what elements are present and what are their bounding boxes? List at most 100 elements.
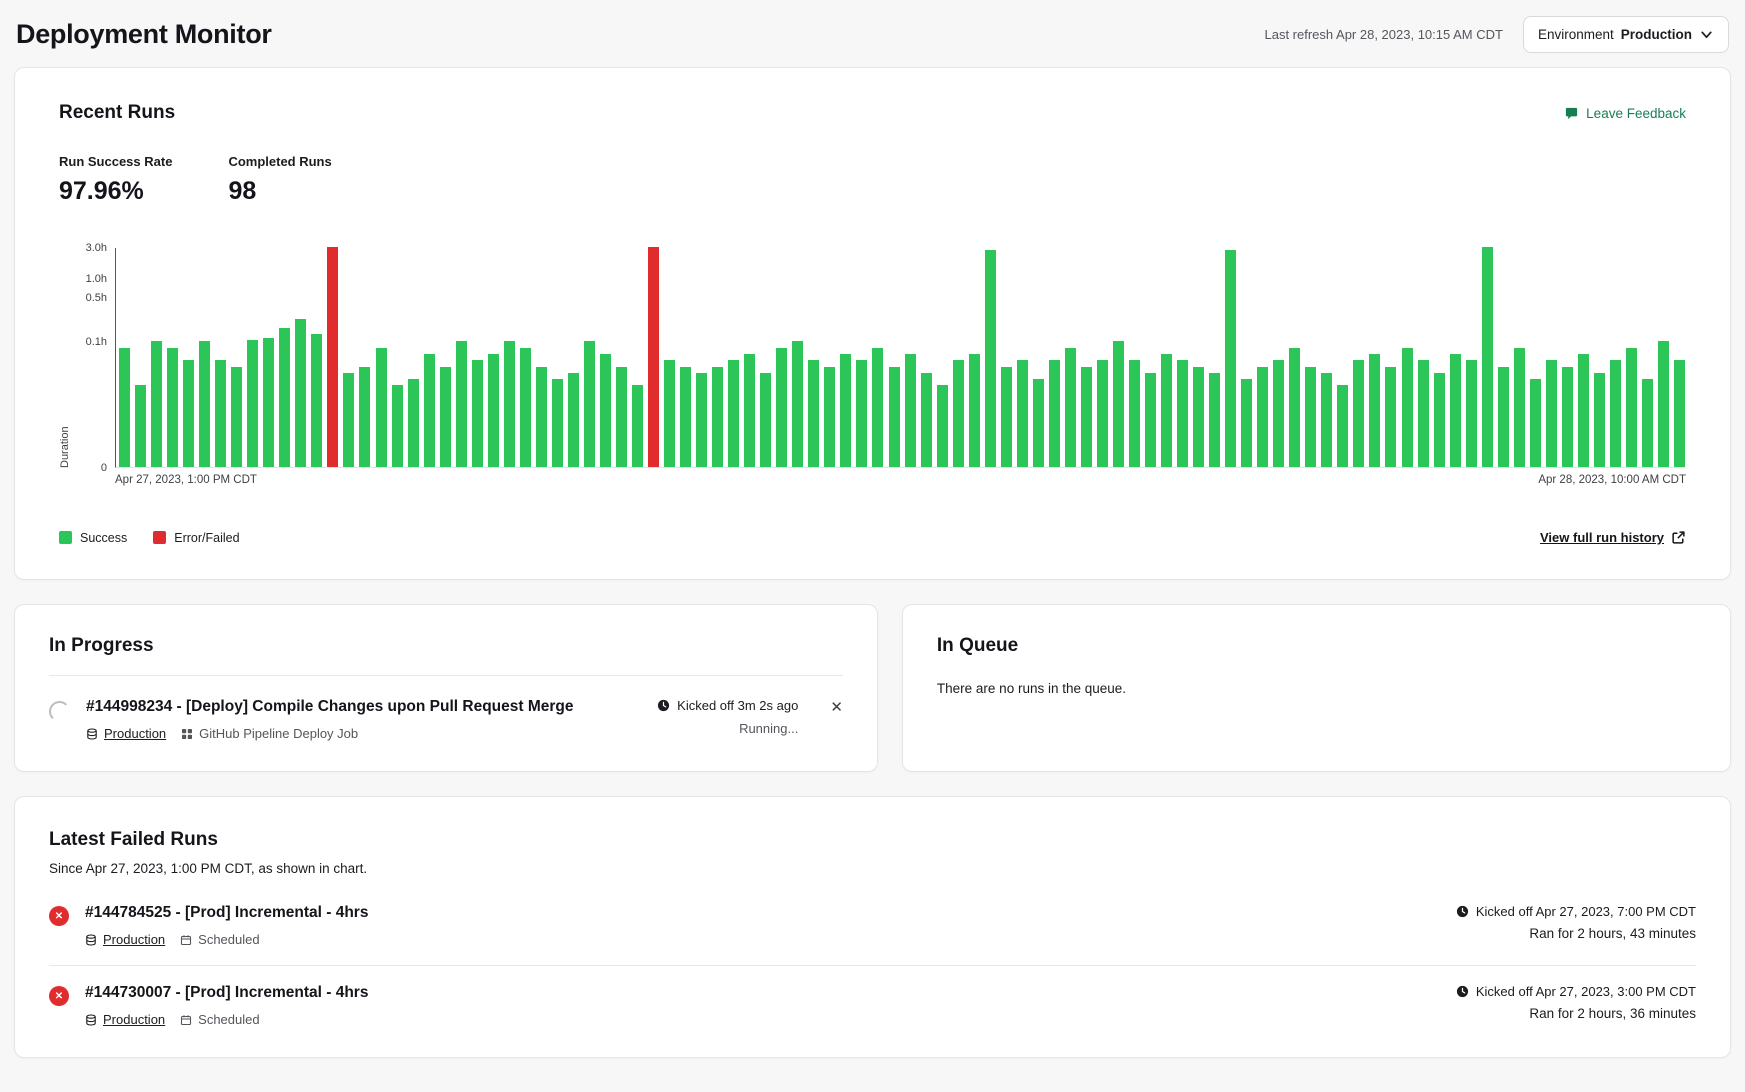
run-bar-success[interactable] <box>1129 360 1140 467</box>
run-bar-success[interactable] <box>1530 379 1541 467</box>
run-bar-success[interactable] <box>632 385 643 467</box>
run-bar-success[interactable] <box>1177 360 1188 467</box>
run-bar-success[interactable] <box>937 385 948 467</box>
run-bar-success[interactable] <box>664 360 675 467</box>
run-bar-success[interactable] <box>856 360 867 467</box>
view-full-run-history-link[interactable]: View full run history <box>1540 530 1686 545</box>
run-bar-success[interactable] <box>792 341 803 467</box>
run-bar-success[interactable] <box>231 367 242 468</box>
run-bar-success[interactable] <box>1001 367 1012 468</box>
run-bar-success[interactable] <box>1594 373 1605 467</box>
run-bar-success[interactable] <box>568 373 579 467</box>
run-bar-success[interactable] <box>1097 360 1108 467</box>
run-bar-success[interactable] <box>488 354 499 467</box>
run-bar-success[interactable] <box>1514 348 1525 467</box>
run-bar-success[interactable] <box>1418 360 1429 467</box>
run-bar-success[interactable] <box>1450 354 1461 467</box>
run-bar-success[interactable] <box>1305 367 1316 468</box>
run-bar-success[interactable] <box>600 354 611 467</box>
environment-link[interactable]: Production <box>103 1012 165 1027</box>
run-bar-success[interactable] <box>728 360 739 467</box>
run-bar-success[interactable] <box>712 367 723 468</box>
run-bar-success[interactable] <box>1257 367 1268 468</box>
run-bar-success[interactable] <box>776 348 787 467</box>
run-bar-success[interactable] <box>456 341 467 467</box>
run-bar-success[interactable] <box>183 360 194 467</box>
run-bar-success[interactable] <box>279 328 290 467</box>
run-bar-success[interactable] <box>1065 348 1076 467</box>
run-bar-success[interactable] <box>1049 360 1060 467</box>
run-bar-success[interactable] <box>247 340 258 467</box>
run-bar-success[interactable] <box>1241 379 1252 467</box>
run-bar-success[interactable] <box>616 367 627 468</box>
run-bar-success[interactable] <box>1369 354 1380 467</box>
run-bar-success[interactable] <box>1353 360 1364 467</box>
run-bar-error[interactable] <box>327 247 338 467</box>
run-bar-success[interactable] <box>408 379 419 467</box>
run-bar-success[interactable] <box>889 367 900 468</box>
run-bar-success[interactable] <box>1081 367 1092 468</box>
run-bar-success[interactable] <box>1642 379 1653 467</box>
run-bar-success[interactable] <box>343 373 354 467</box>
run-bar-success[interactable] <box>424 354 435 467</box>
run-bar-success[interactable] <box>1145 373 1156 467</box>
run-bar-success[interactable] <box>1610 360 1621 467</box>
run-bar-success[interactable] <box>1289 348 1300 467</box>
run-bar-success[interactable] <box>872 348 883 467</box>
run-bar-success[interactable] <box>1674 360 1685 467</box>
run-bar-success[interactable] <box>696 373 707 467</box>
run-bar-success[interactable] <box>1546 360 1557 467</box>
run-bar-success[interactable] <box>1337 385 1348 467</box>
run-bar-success[interactable] <box>167 348 178 467</box>
run-bar-success[interactable] <box>1498 367 1509 468</box>
run-bar-success[interactable] <box>440 367 451 468</box>
run-bar-success[interactable] <box>1209 373 1220 467</box>
run-bar-success[interactable] <box>1017 360 1028 467</box>
run-bar-success[interactable] <box>985 250 996 467</box>
run-bar-success[interactable] <box>953 360 964 467</box>
run-bar-success[interactable] <box>744 354 755 467</box>
run-bar-success[interactable] <box>1161 354 1172 467</box>
run-bar-success[interactable] <box>1482 247 1493 467</box>
run-bar-success[interactable] <box>1626 348 1637 467</box>
run-bar-success[interactable] <box>921 373 932 467</box>
environment-link[interactable]: Production <box>103 932 165 947</box>
run-bar-success[interactable] <box>1562 367 1573 468</box>
run-bar-success[interactable] <box>824 367 835 468</box>
run-bar-success[interactable] <box>135 385 146 467</box>
run-bar-success[interactable] <box>215 360 226 467</box>
run-bar-success[interactable] <box>392 385 403 467</box>
run-bar-success[interactable] <box>1113 341 1124 467</box>
run-bar-success[interactable] <box>1466 360 1477 467</box>
run-bar-success[interactable] <box>1273 360 1284 467</box>
run-bar-success[interactable] <box>1658 341 1669 467</box>
run-bar-success[interactable] <box>376 348 387 467</box>
run-bar-success[interactable] <box>199 341 210 467</box>
run-bar-success[interactable] <box>840 354 851 467</box>
run-bar-success[interactable] <box>119 348 130 467</box>
run-bar-success[interactable] <box>472 360 483 467</box>
run-bar-success[interactable] <box>808 360 819 467</box>
run-bar-success[interactable] <box>680 367 691 468</box>
run-bar-success[interactable] <box>969 354 980 467</box>
run-bar-success[interactable] <box>552 379 563 467</box>
run-bar-success[interactable] <box>504 341 515 467</box>
run-bar-success[interactable] <box>1321 373 1332 467</box>
run-bar-success[interactable] <box>584 341 595 467</box>
run-bar-success[interactable] <box>151 341 162 467</box>
run-bar-success[interactable] <box>520 348 531 467</box>
environment-link[interactable]: Production <box>104 726 166 741</box>
run-bar-success[interactable] <box>263 338 274 467</box>
run-bar-success[interactable] <box>1434 373 1445 467</box>
environment-dropdown[interactable]: Environment Production <box>1523 16 1729 53</box>
run-bar-success[interactable] <box>1225 250 1236 467</box>
run-bar-success[interactable] <box>295 319 306 467</box>
run-bar-error[interactable] <box>648 247 659 467</box>
run-bar-success[interactable] <box>1385 367 1396 468</box>
close-icon[interactable]: ✕ <box>830 700 843 715</box>
run-bar-success[interactable] <box>311 334 322 467</box>
leave-feedback-button[interactable]: Leave Feedback <box>1564 106 1686 121</box>
run-bar-success[interactable] <box>359 367 370 468</box>
run-bar-success[interactable] <box>1578 354 1589 467</box>
run-bar-success[interactable] <box>905 354 916 467</box>
